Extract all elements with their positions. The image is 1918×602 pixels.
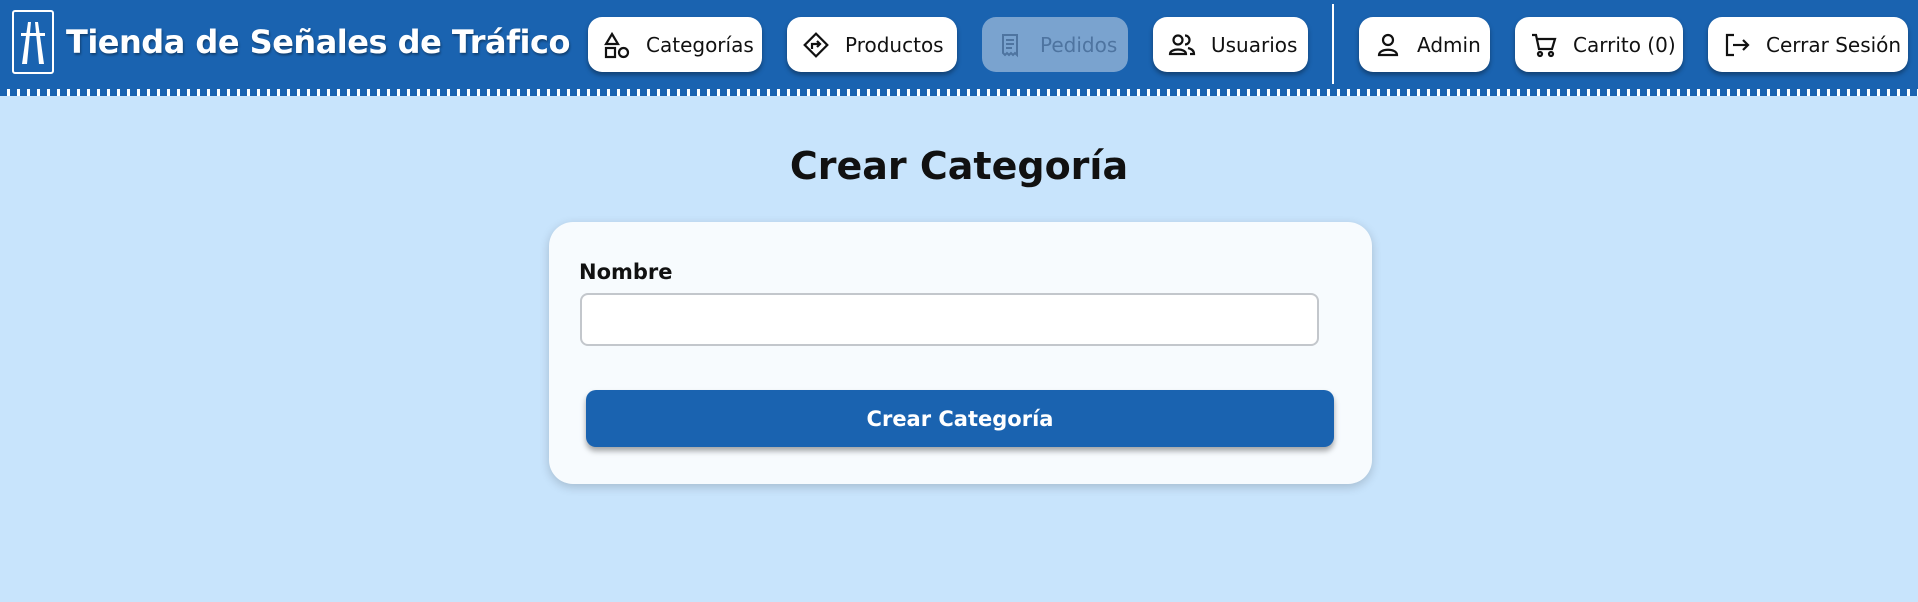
navbar: Tienda de Señales de Tráfico Categorías …	[0, 0, 1918, 96]
nav-categories-button[interactable]: Categorías	[588, 17, 762, 72]
navbar-dashed-border	[0, 89, 1918, 96]
create-category-form: Nombre Crear Categoría	[549, 222, 1372, 484]
create-category-button[interactable]: Crear Categoría	[586, 390, 1334, 447]
cart-icon	[1529, 30, 1559, 60]
nav-cart-button[interactable]: Carrito (0)	[1515, 17, 1683, 72]
name-field-label: Nombre	[579, 260, 673, 284]
nav-logout-button[interactable]: Cerrar Sesión	[1708, 17, 1908, 72]
site-title: Tienda de Señales de Tráfico	[66, 23, 570, 61]
motorway-sign-icon	[12, 10, 54, 74]
nav-admin-label: Admin	[1417, 32, 1481, 57]
logout-icon	[1722, 30, 1752, 60]
users-icon	[1167, 30, 1197, 60]
nav-orders-button[interactable]: Pedidos	[982, 17, 1128, 72]
receipt-icon	[996, 30, 1026, 60]
nav-divider	[1332, 4, 1334, 84]
nav-logout-label: Cerrar Sesión	[1766, 32, 1902, 57]
brand[interactable]: Tienda de Señales de Tráfico	[12, 10, 570, 74]
nav-cart-label: Carrito (0)	[1573, 32, 1676, 57]
shapes-icon	[602, 30, 632, 60]
nav-products-button[interactable]: Productos	[787, 17, 957, 72]
nav-products-label: Productos	[845, 32, 944, 57]
name-input[interactable]	[580, 293, 1319, 346]
nav-users-label: Usuarios	[1211, 32, 1298, 57]
nav-admin-button[interactable]: Admin	[1359, 17, 1490, 72]
person-icon	[1373, 30, 1403, 60]
nav-orders-label: Pedidos	[1040, 32, 1118, 57]
nav-categories-label: Categorías	[646, 32, 754, 57]
page-title: Crear Categoría	[789, 144, 1129, 188]
road-sign-icon	[801, 30, 831, 60]
nav-users-button[interactable]: Usuarios	[1153, 17, 1308, 72]
